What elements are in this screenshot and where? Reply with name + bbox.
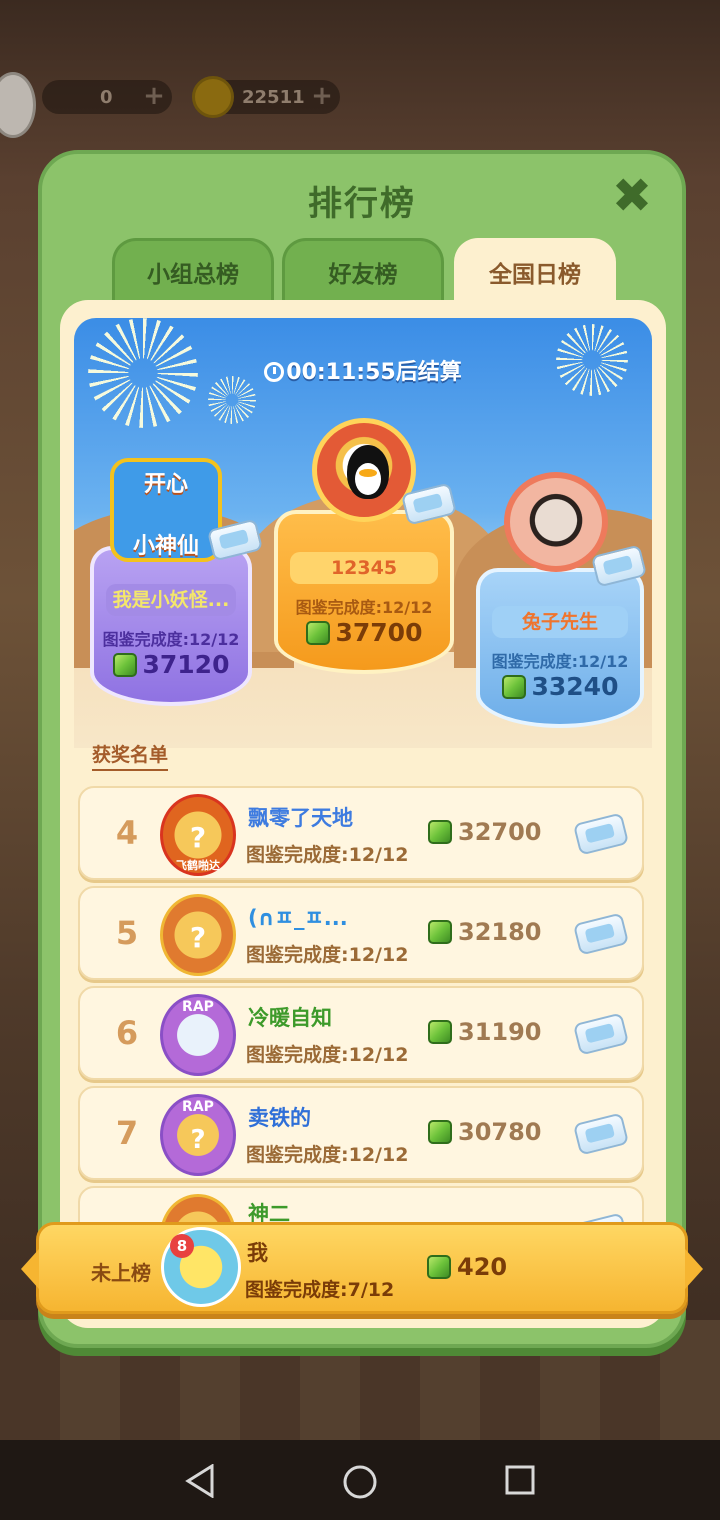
rank-number: 5 [115,914,139,952]
first-place-name: 12345 [290,552,438,584]
user-score: 32700 [428,818,542,846]
clock-icon [264,362,285,382]
user-name: 卖铁的 [248,1106,311,1130]
user-completion: 图鉴完成度:12/12 [246,1144,409,1166]
close-icon[interactable]: ✖ [610,172,654,220]
first-place-completion: 图鉴完成度:12/12 [295,598,433,617]
podium-third[interactable]: 兔子先生 图鉴完成度:12/12 33240 [476,468,648,728]
user-completion: 图鉴完成度:12/12 [246,944,409,966]
user-avatar: ? [160,894,236,976]
cube-icon [427,1255,451,1279]
cube-icon [428,1020,452,1044]
cube-icon [501,675,526,699]
user-name: (∩ㅍ_ㅍ... [248,906,348,930]
coin-icon [192,76,234,118]
cube-icon [112,653,137,677]
level-badge: 8 [170,1234,194,1258]
second-place-avatar: 开心 小神仙 [110,458,222,562]
avatar-caption: RAP [182,1099,214,1115]
my-avatar: 8 [161,1227,241,1307]
modal-title: 排行榜 [308,184,416,224]
countdown-time: 00:11:55 [286,360,396,385]
ranking-row[interactable]: 7 RAP ? 卖铁的 图鉴完成度:12/12 30780 [78,1086,644,1180]
third-place-completion: 图鉴完成度:12/12 [491,652,629,671]
user-avatar: ? 飞鹤啪达 [160,794,236,876]
user-avatar: RAP [160,994,236,1076]
add-item-button[interactable]: + [142,83,166,109]
cube-icon [305,621,330,645]
user-name: 飘零了天地 [248,806,353,830]
avatar-caption: RAP [182,999,214,1015]
my-completion: 图鉴完成度:7/12 [245,1279,395,1301]
rank-number: 7 [115,1114,139,1152]
add-coins-button[interactable]: + [310,83,334,109]
ranking-row[interactable]: 5 ? (∩ㅍ_ㅍ... 图鉴完成度:12/12 32180 [78,886,644,980]
settlement-countdown: 00:11:55后结算 [74,354,652,386]
countdown-suffix: 后结算 [395,360,462,385]
system-nav-bar [0,1440,720,1520]
top-hud: 0 + 22511 + [0,72,720,138]
first-place-score: 37700 [274,618,454,647]
tab-national-daily[interactable]: 全国日榜 [454,238,616,308]
podium-shield-gold [274,510,454,674]
reward-box-icon [572,812,630,856]
user-completion: 图鉴完成度:12/12 [246,844,409,866]
recents-icon[interactable] [504,1464,536,1496]
coin-counter: 22511 + [192,76,340,118]
back-icon[interactable] [184,1464,216,1498]
second-place-name: 我是小妖怪... [106,584,236,616]
leaderboard-panel: 00:11:55后结算 12345 图鉴完成度:12/12 37700 开心 小… [60,300,666,1328]
avatar-caption: 飞鹤啪达 [176,859,220,872]
my-score: 420 [427,1253,507,1281]
my-ranking-bar[interactable]: 未上榜 8 我 图鉴完成度:7/12 420 [21,1222,703,1314]
reward-box-icon [572,1012,630,1056]
user-completion: 图鉴完成度:12/12 [246,1044,409,1066]
third-place-avatar [504,472,608,572]
tab-bar: 小组总榜 好友榜 全国日榜 [112,238,622,308]
awards-list-label: 获奖名单 [92,740,169,771]
user-name: 冷暖自知 [248,1006,332,1030]
podium-first[interactable]: 12345 图鉴完成度:12/12 37700 [274,418,458,678]
reward-box-icon [572,1112,630,1156]
avatar-caption-bottom: 小神仙 [132,534,199,559]
podium-second[interactable]: 开心 小神仙 我是小妖怪... 图鉴完成度:12/12 37120 [90,458,264,708]
avatar-caption-top: 开心 [143,472,188,497]
reward-box-icon [572,912,630,956]
ranking-row[interactable]: 6 RAP 冷暖自知 图鉴完成度:12/12 31190 [78,986,644,1080]
my-name: 我 [247,1241,268,1265]
first-place-avatar [312,418,416,522]
second-place-completion: 图鉴完成度:12/12 [102,630,240,649]
cube-icon [428,1120,452,1144]
tab-group-total[interactable]: 小组总榜 [112,238,274,308]
podium-area: 00:11:55后结算 12345 图鉴完成度:12/12 37700 开心 小… [74,318,652,748]
third-place-score: 33240 [476,672,644,701]
item-count: 0 [100,86,113,108]
leaderboard-modal: 排行榜 ✖ 小组总榜 好友榜 全国日榜 00:11:55后结算 12345 图鉴… [38,150,686,1348]
player-avatar[interactable] [0,72,36,138]
question-mark-icon: ? [189,921,207,954]
item-counter: 0 + [42,80,172,114]
my-rank-status: 未上榜 [91,1261,151,1285]
user-score: 30780 [428,1118,542,1146]
coin-count: 22511 [242,86,305,108]
cube-icon [428,820,452,844]
user-score: 31190 [428,1018,542,1046]
third-place-name: 兔子先生 [492,606,628,638]
second-place-score: 37120 [90,650,252,679]
question-mark-icon: ? [189,821,207,854]
cube-icon [428,920,452,944]
ranking-row[interactable]: 4 ? 飞鹤啪达 飘零了天地 图鉴完成度:12/12 32700 [78,786,644,880]
user-score: 32180 [428,918,542,946]
rank-number: 4 [115,814,139,852]
user-avatar: RAP ? [160,1094,236,1176]
question-mark-icon: ? [190,1125,206,1155]
home-icon[interactable] [342,1464,378,1500]
tab-friends[interactable]: 好友榜 [282,238,444,308]
rank-number: 6 [115,1014,139,1052]
